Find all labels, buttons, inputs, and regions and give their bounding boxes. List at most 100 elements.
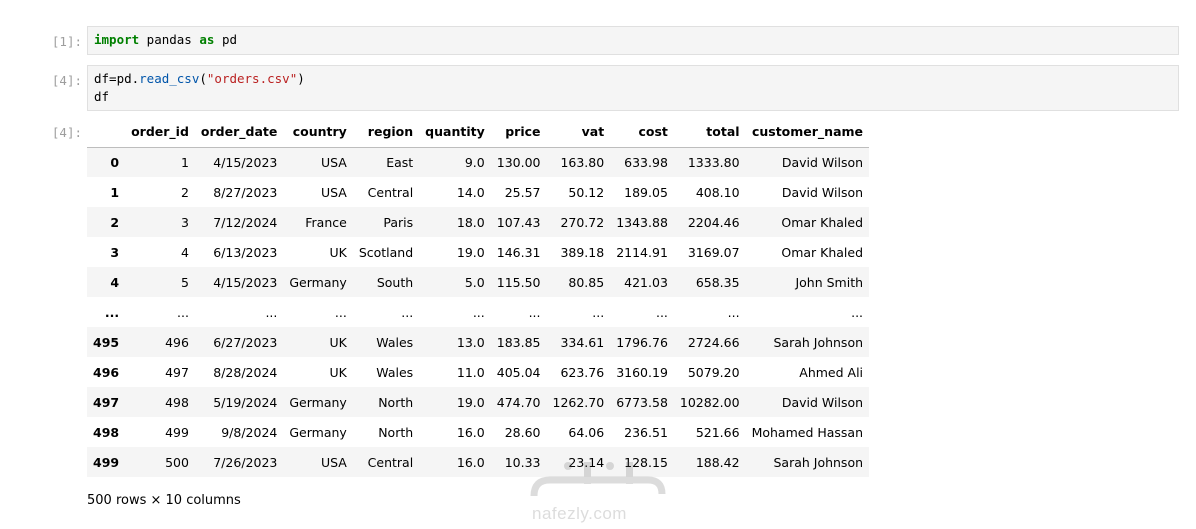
table-cell: David Wilson bbox=[781, 154, 864, 170]
code-text: df=pd. bbox=[94, 71, 140, 86]
table-cell: ... bbox=[334, 304, 347, 320]
code-keyword-import: import bbox=[94, 32, 140, 47]
table-cell: 474.70 bbox=[496, 394, 541, 410]
code-line: df bbox=[94, 89, 110, 104]
table-cell: 16.0 bbox=[456, 454, 485, 470]
row-index: 497 bbox=[93, 394, 120, 410]
table-cell: 6/27/2023 bbox=[213, 334, 278, 350]
table-cell: 5/19/2024 bbox=[213, 394, 278, 410]
table-cell: North bbox=[378, 394, 414, 410]
table-row: 1 2 8/27/2023 USA Central 14.0 25.57 50.12 189.0… bbox=[87, 177, 870, 207]
code-text: pandas bbox=[139, 32, 200, 47]
table-cell: 499 bbox=[165, 424, 189, 440]
table-header-row: order_id order_date country region quantity p… bbox=[87, 117, 870, 148]
table-row: 4995007/26/2023USACentral16.010.3323.141… bbox=[87, 447, 870, 477]
table-cell: 270.72 bbox=[560, 214, 605, 230]
table-cell: 633.98 bbox=[624, 154, 668, 170]
table-cell: 14.0 bbox=[456, 184, 485, 200]
table-cell: 236.51 bbox=[624, 424, 668, 440]
table-cell: East bbox=[386, 154, 414, 170]
table-cell: 1796.76 bbox=[616, 334, 668, 350]
table-cell: ... bbox=[265, 304, 278, 320]
table-row: 495 496 6/27/2023 UK Wales 13.0 183.85 334.61 17… bbox=[87, 327, 870, 357]
table-cell: 4 bbox=[180, 244, 189, 260]
table-cell: North bbox=[378, 424, 414, 440]
table-cell: 25.57 bbox=[504, 184, 541, 200]
table-cell: 64.06 bbox=[568, 424, 605, 440]
output-prompt: [4]: bbox=[51, 125, 82, 140]
table-cell: John Smith bbox=[795, 274, 864, 290]
table-row: 4 5 4/15/2023 Germany South 5.0 115.50 80.85 421… bbox=[87, 267, 870, 297]
table-cell: Wales bbox=[376, 364, 414, 380]
code-cell-1[interactable]: import pandas as pd bbox=[87, 26, 1179, 55]
dataframe-shape-footer: 500 rows × 10 columns bbox=[87, 493, 241, 508]
table-row: 497 498 5/19/2024 Germany North 19.0 474.70 126… bbox=[87, 387, 870, 417]
table-cell: 334.61 bbox=[560, 334, 605, 350]
table-row: 496 497 8/28/2024 UK Wales 11.0 405.04 623.76 31… bbox=[87, 357, 870, 387]
table-cell: ... bbox=[401, 304, 414, 320]
column-header-quantity: quantity bbox=[419, 117, 491, 148]
table-cell: UK bbox=[329, 244, 347, 260]
table-cell: 497 bbox=[165, 364, 189, 380]
table-cell: 5.0 bbox=[464, 274, 485, 290]
nafezly-watermark: nafezly.com bbox=[528, 456, 668, 524]
table-cell: 1343.88 bbox=[616, 214, 668, 230]
dataframe-table: order_id order_date country region quantity p… bbox=[87, 117, 870, 477]
table-cell: Wales bbox=[376, 334, 414, 350]
table-row: 0 1 4/15/2023 USA East 9.0 130.00 163.80 633.98 1… bbox=[87, 147, 870, 177]
row-index: 498 bbox=[93, 424, 120, 440]
row-index: 2 bbox=[110, 214, 120, 230]
table-cell: Sarah Johnson bbox=[773, 454, 864, 470]
table-cell: ... bbox=[177, 304, 189, 320]
table-cell: 50.12 bbox=[568, 184, 605, 200]
column-header-cost: cost bbox=[610, 117, 674, 148]
nafezly-logo-icon bbox=[530, 462, 666, 497]
table-cell: Central bbox=[367, 184, 414, 200]
row-index: 495 bbox=[93, 334, 120, 350]
table-cell: 8/28/2024 bbox=[213, 364, 278, 380]
table-cell: USA bbox=[320, 154, 347, 170]
table-cell: 80.85 bbox=[568, 274, 605, 290]
table-cell: 623.76 bbox=[560, 364, 605, 380]
table-cell: 19.0 bbox=[456, 394, 485, 410]
table-cell: 6773.58 bbox=[616, 394, 668, 410]
table-cell: Paris bbox=[383, 214, 414, 230]
table-cell: 146.31 bbox=[496, 244, 541, 260]
table-cell: France bbox=[305, 214, 347, 230]
table-cell: 2204.46 bbox=[687, 214, 740, 230]
table-cell: Omar Khaled bbox=[781, 214, 864, 230]
cell-prompt-1: [1]: bbox=[51, 34, 82, 49]
table-cell: 28.60 bbox=[504, 424, 541, 440]
cell-prompt-2: [4]: bbox=[51, 73, 82, 88]
table-cell: 1262.70 bbox=[552, 394, 605, 410]
table-cell: ... bbox=[727, 304, 740, 320]
table-cell: 18.0 bbox=[456, 214, 485, 230]
table-cell: 2114.91 bbox=[616, 244, 668, 260]
table-cell: Germany bbox=[289, 274, 347, 290]
table-cell: USA bbox=[320, 184, 347, 200]
row-index: 499 bbox=[93, 454, 120, 470]
table-cell: 2724.66 bbox=[687, 334, 740, 350]
table-cell: 500 bbox=[165, 454, 189, 470]
table-cell: 496 bbox=[165, 334, 189, 350]
table-cell: 107.43 bbox=[496, 214, 541, 230]
table-cell: Mohamed Hassan bbox=[751, 424, 864, 440]
table-cell: 16.0 bbox=[456, 424, 485, 440]
table-cell: 130.00 bbox=[496, 154, 541, 170]
column-header-order-date: order_date bbox=[194, 117, 284, 148]
table-cell: 408.10 bbox=[695, 184, 740, 200]
table-cell: ... bbox=[592, 304, 605, 320]
table-cell: Sarah Johnson bbox=[773, 334, 864, 350]
code-keyword-as: as bbox=[199, 32, 215, 47]
table-cell: 189.05 bbox=[624, 184, 668, 200]
index-header bbox=[87, 117, 126, 148]
table-cell: 9.0 bbox=[464, 154, 485, 170]
code-cell-2[interactable]: df=pd.read_csv("orders.csv") df bbox=[87, 65, 1179, 111]
column-header-country: country bbox=[283, 117, 353, 148]
table-cell: Scotland bbox=[358, 244, 414, 260]
row-index: ... bbox=[104, 304, 120, 320]
table-cell: 10282.00 bbox=[679, 394, 740, 410]
column-header-price: price bbox=[490, 117, 547, 148]
table-cell: 3160.19 bbox=[616, 364, 668, 380]
table-cell: 183.85 bbox=[496, 334, 541, 350]
